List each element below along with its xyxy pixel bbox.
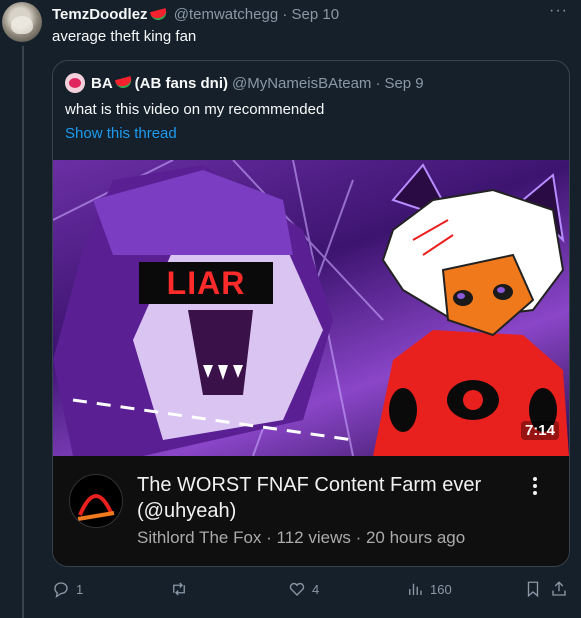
- views-icon: [409, 583, 422, 595]
- quote-avatar[interactable]: [65, 73, 85, 93]
- thumbnail-art: [53, 160, 569, 456]
- tweet-date[interactable]: Sep 10: [292, 6, 340, 23]
- quote-name-suffix: (AB fans dni): [134, 74, 228, 92]
- share-button[interactable]: [550, 580, 574, 598]
- author-name[interactable]: TemzDoodlez: [52, 6, 148, 23]
- tweet-header: TemzDoodlez @temwatchegg · Sep 10: [52, 6, 339, 23]
- views-count: 160: [430, 581, 452, 597]
- watermelon-icon: [114, 76, 133, 90]
- like-count: 4: [312, 581, 320, 597]
- video-title[interactable]: The WORST FNAF Content Farm ever (@uhyea…: [137, 472, 507, 524]
- retweet-icon: [173, 582, 185, 596]
- bookmark-icon: [527, 581, 539, 598]
- retweet-button[interactable]: [170, 580, 194, 598]
- separator: ·: [282, 6, 288, 23]
- video-duration: 7:14: [520, 421, 559, 440]
- quote-author-handle[interactable]: @MyNameisBAteam: [232, 75, 371, 92]
- quote-date[interactable]: Sep 9: [384, 75, 423, 92]
- show-thread-link[interactable]: Show this thread: [65, 125, 177, 142]
- views-button[interactable]: 160: [406, 580, 452, 598]
- video-thumbnail[interactable]: LIAR 7:14: [53, 160, 569, 456]
- tweet-text: average theft king fan: [52, 28, 197, 45]
- reply-count: 1: [76, 581, 84, 597]
- video-info: The WORST FNAF Content Farm ever (@uhyea…: [53, 456, 569, 566]
- separator: ·: [375, 74, 381, 92]
- share-icon: [552, 581, 566, 596]
- author-avatar[interactable]: [2, 2, 42, 42]
- kebab-icon[interactable]: [531, 474, 539, 498]
- liar-overlay: LIAR: [139, 262, 273, 304]
- author-handle[interactable]: @temwatchegg: [174, 6, 278, 23]
- quote-tweet[interactable]: BA (AB fans dni) @MyNameisBAteam · Sep 9 …: [52, 60, 570, 567]
- action-bar: 1 4 160: [52, 576, 572, 606]
- channel-avatar[interactable]: [69, 474, 123, 528]
- reply-icon: [54, 582, 68, 598]
- watermelon-icon: [149, 8, 168, 22]
- video-meta: Sithlord The Fox · 112 views · 20 hours …: [137, 528, 466, 547]
- reply-button[interactable]: 1: [52, 580, 83, 598]
- quote-header: BA (AB fans dni) @MyNameisBAteam · Sep 9: [65, 73, 424, 93]
- thread-line: [22, 46, 24, 618]
- quote-text: what is this video on my recommended: [65, 101, 325, 118]
- quote-author-name[interactable]: BA: [91, 75, 113, 92]
- more-icon[interactable]: ···: [549, 2, 568, 20]
- bookmark-button[interactable]: [524, 580, 548, 598]
- video-card[interactable]: LIAR 7:14 The WORST FNAF Content Farm ev…: [53, 160, 569, 566]
- like-icon: [289, 582, 305, 596]
- like-button[interactable]: 4: [288, 580, 319, 598]
- channel-logo-icon: [77, 494, 115, 521]
